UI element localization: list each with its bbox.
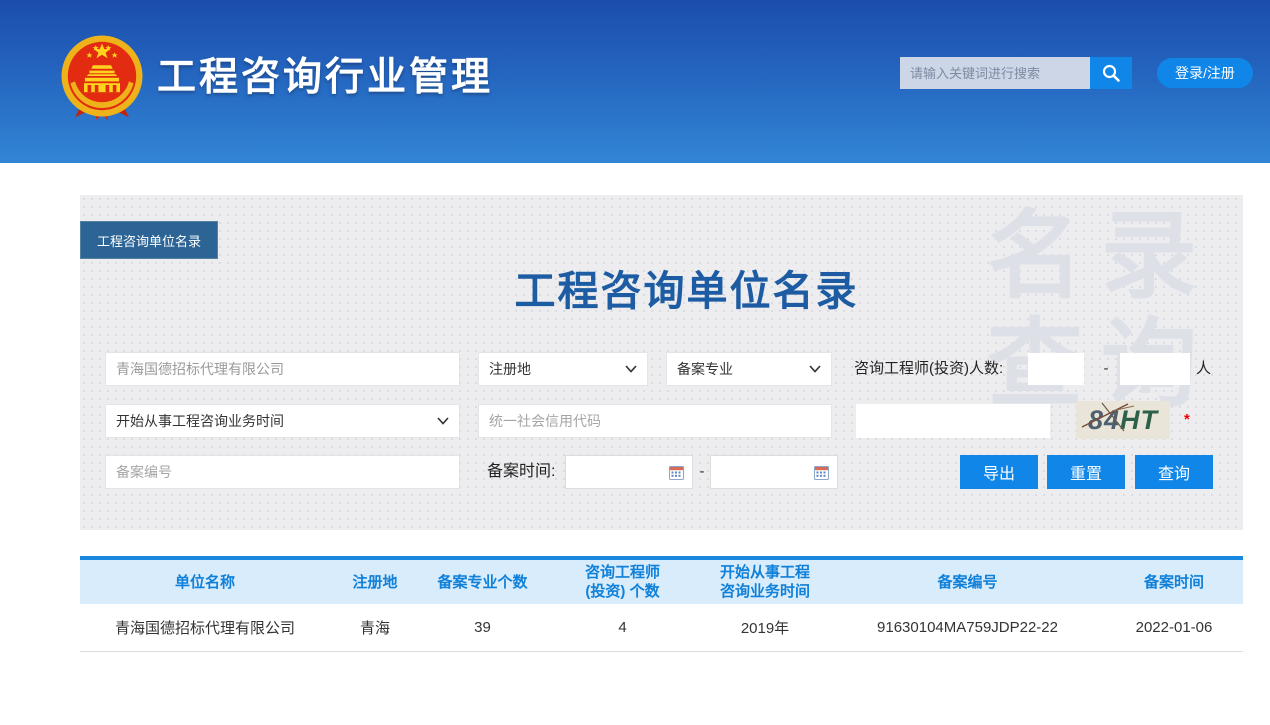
col-header-engineer-count: 咨询工程师 (投资) 个数 [545, 558, 700, 604]
captcha-required-mark: * [1184, 411, 1190, 428]
header-search-button[interactable] [1090, 57, 1132, 89]
cell-engineer-count: 4 [545, 604, 700, 651]
engineer-count-unit: 人 [1196, 352, 1211, 386]
col-header-unit-name: 单位名称 [80, 558, 330, 604]
cell-specialty-count: 39 [420, 604, 545, 651]
chevron-down-icon [809, 365, 821, 373]
cell-reg-place: 青海 [330, 604, 420, 651]
record-time-dash: - [695, 455, 709, 489]
start-time-select[interactable]: 开始从事工程咨询业务时间 [105, 404, 460, 438]
export-button[interactable]: 导出 [960, 455, 1038, 489]
site-title: 工程咨询行业管理 [157, 46, 493, 102]
col-header-reg-place: 注册地 [330, 558, 420, 604]
chevron-down-icon [437, 417, 449, 425]
national-emblem-logo [57, 31, 147, 121]
table-row[interactable]: 青海国德招标代理有限公司 青海 39 4 2019年 91630104MA759… [80, 604, 1243, 651]
record-time-label: 备案时间: [487, 455, 555, 489]
page: 工程咨询行业管理 登录/注册 名录 查询 工程咨询单位名录 工程咨询单位名录 注… [0, 0, 1270, 725]
record-no-input[interactable] [105, 455, 460, 489]
record-time-from-input[interactable] [565, 455, 693, 489]
specialty-select[interactable]: 备案专业 [666, 352, 832, 386]
col-header-record-no: 备案编号 [830, 558, 1105, 604]
calendar-icon [669, 465, 684, 480]
reset-button[interactable]: 重置 [1047, 455, 1125, 489]
search-icon [1101, 63, 1121, 83]
engineer-count-label: 咨询工程师(投资)人数: [854, 352, 1003, 386]
engineer-count-min-input[interactable] [1028, 353, 1084, 385]
captcha-input[interactable] [856, 404, 1050, 438]
header-search [900, 57, 1132, 89]
col-header-start-time: 开始从事工程 咨询业务时间 [700, 558, 830, 604]
chevron-down-icon [625, 365, 637, 373]
results-table-header-row: 单位名称 注册地 备案专业个数 咨询工程师 (投资) 个数 开始从事工程 咨询业… [80, 558, 1243, 604]
query-button[interactable]: 查询 [1135, 455, 1213, 489]
page-title: 工程咨询单位名录 [130, 257, 1243, 317]
reg-place-select[interactable]: 注册地 [478, 352, 648, 386]
header-search-input[interactable] [900, 57, 1090, 89]
record-time-to-input[interactable] [710, 455, 838, 489]
results-table: 单位名称 注册地 备案专业个数 咨询工程师 (投资) 个数 开始从事工程 咨询业… [80, 556, 1243, 652]
engineer-count-max-input[interactable] [1120, 353, 1190, 385]
cell-record-time: 2022-01-06 [1105, 604, 1243, 651]
credit-code-input[interactable] [478, 404, 832, 438]
col-header-record-time: 备案时间 [1105, 558, 1243, 604]
tab-unit-directory[interactable]: 工程咨询单位名录 [80, 221, 218, 259]
engineer-count-dash: - [1096, 352, 1116, 386]
cell-start-time: 2019年 [700, 604, 830, 651]
unit-name-input[interactable] [105, 352, 460, 386]
login-register-button[interactable]: 登录/注册 [1157, 58, 1253, 88]
cell-unit-name: 青海国德招标代理有限公司 [80, 604, 330, 651]
calendar-icon [814, 465, 829, 480]
captcha-noise-lines [1076, 401, 1170, 439]
query-panel: 名录 查询 工程咨询单位名录 工程咨询单位名录 注册地 备案专业 咨询工程师(投… [80, 195, 1243, 530]
cell-record-no: 91630104MA759JDP22-22 [830, 604, 1105, 651]
captcha-image[interactable]: 84HT [1076, 401, 1170, 439]
site-header: 工程咨询行业管理 登录/注册 [0, 0, 1270, 163]
col-header-specialty-count: 备案专业个数 [420, 558, 545, 604]
